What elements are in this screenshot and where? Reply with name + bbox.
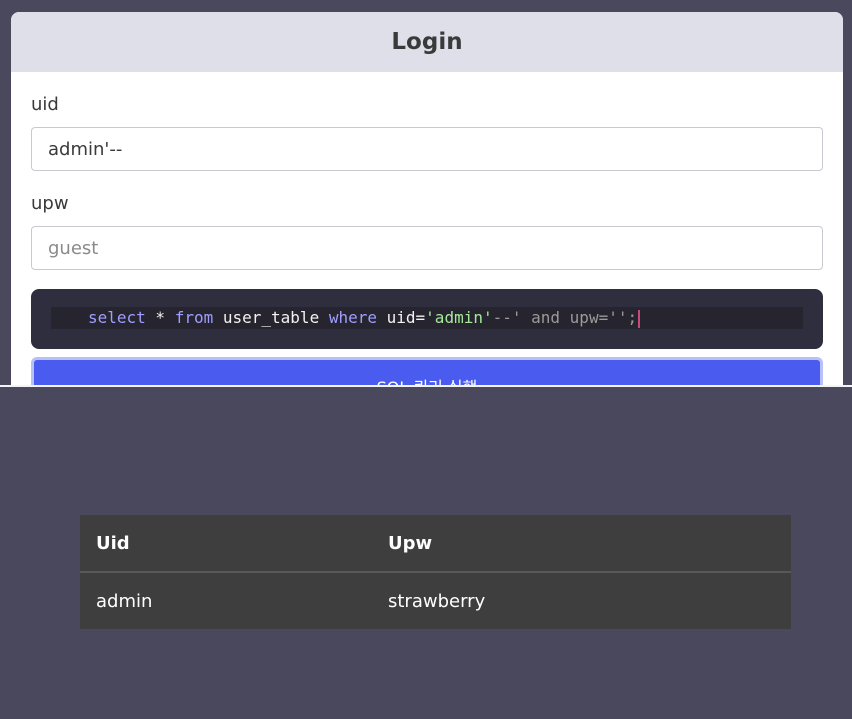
sql-query-preview: select * from user_table where uid='admi… bbox=[31, 289, 823, 349]
column-header-upw: Upw bbox=[372, 515, 791, 573]
uid-label: uid bbox=[31, 94, 59, 115]
sql-token-comment: --' and upw=''; bbox=[492, 308, 638, 327]
cell-upw: strawberry bbox=[388, 590, 486, 612]
table-header-row: Uid Upw bbox=[80, 515, 791, 573]
login-header: Login bbox=[11, 12, 843, 72]
sql-token-table: user_table bbox=[213, 308, 329, 327]
results-pane: Uid Upw admin strawberry bbox=[0, 387, 852, 719]
run-sql-button[interactable]: SQL 쿼리 실행 bbox=[31, 357, 823, 386]
upw-input[interactable] bbox=[31, 226, 823, 270]
cell-uid: admin bbox=[96, 590, 153, 612]
login-card: Login uid upw select * from user_table w… bbox=[11, 12, 843, 386]
uid-input[interactable] bbox=[31, 127, 823, 171]
text-cursor-icon bbox=[638, 309, 641, 328]
sql-keyword-select: select bbox=[88, 308, 146, 327]
sql-token-string: 'admin' bbox=[425, 308, 493, 327]
upw-label: upw bbox=[31, 193, 69, 214]
column-header-uid: Uid bbox=[80, 515, 372, 573]
sql-keyword-where: where bbox=[328, 308, 377, 327]
table-row: admin strawberry bbox=[80, 572, 791, 629]
result-table: Uid Upw admin strawberry bbox=[80, 515, 791, 629]
sql-token-star: * bbox=[145, 308, 175, 327]
login-pane: Login uid upw select * from user_table w… bbox=[0, 0, 852, 386]
sql-token-uid: uid= bbox=[377, 308, 426, 327]
sql-keyword-from: from bbox=[174, 308, 214, 327]
login-title: Login bbox=[391, 29, 463, 55]
sql-query-line: select * from user_table where uid='admi… bbox=[51, 307, 803, 329]
